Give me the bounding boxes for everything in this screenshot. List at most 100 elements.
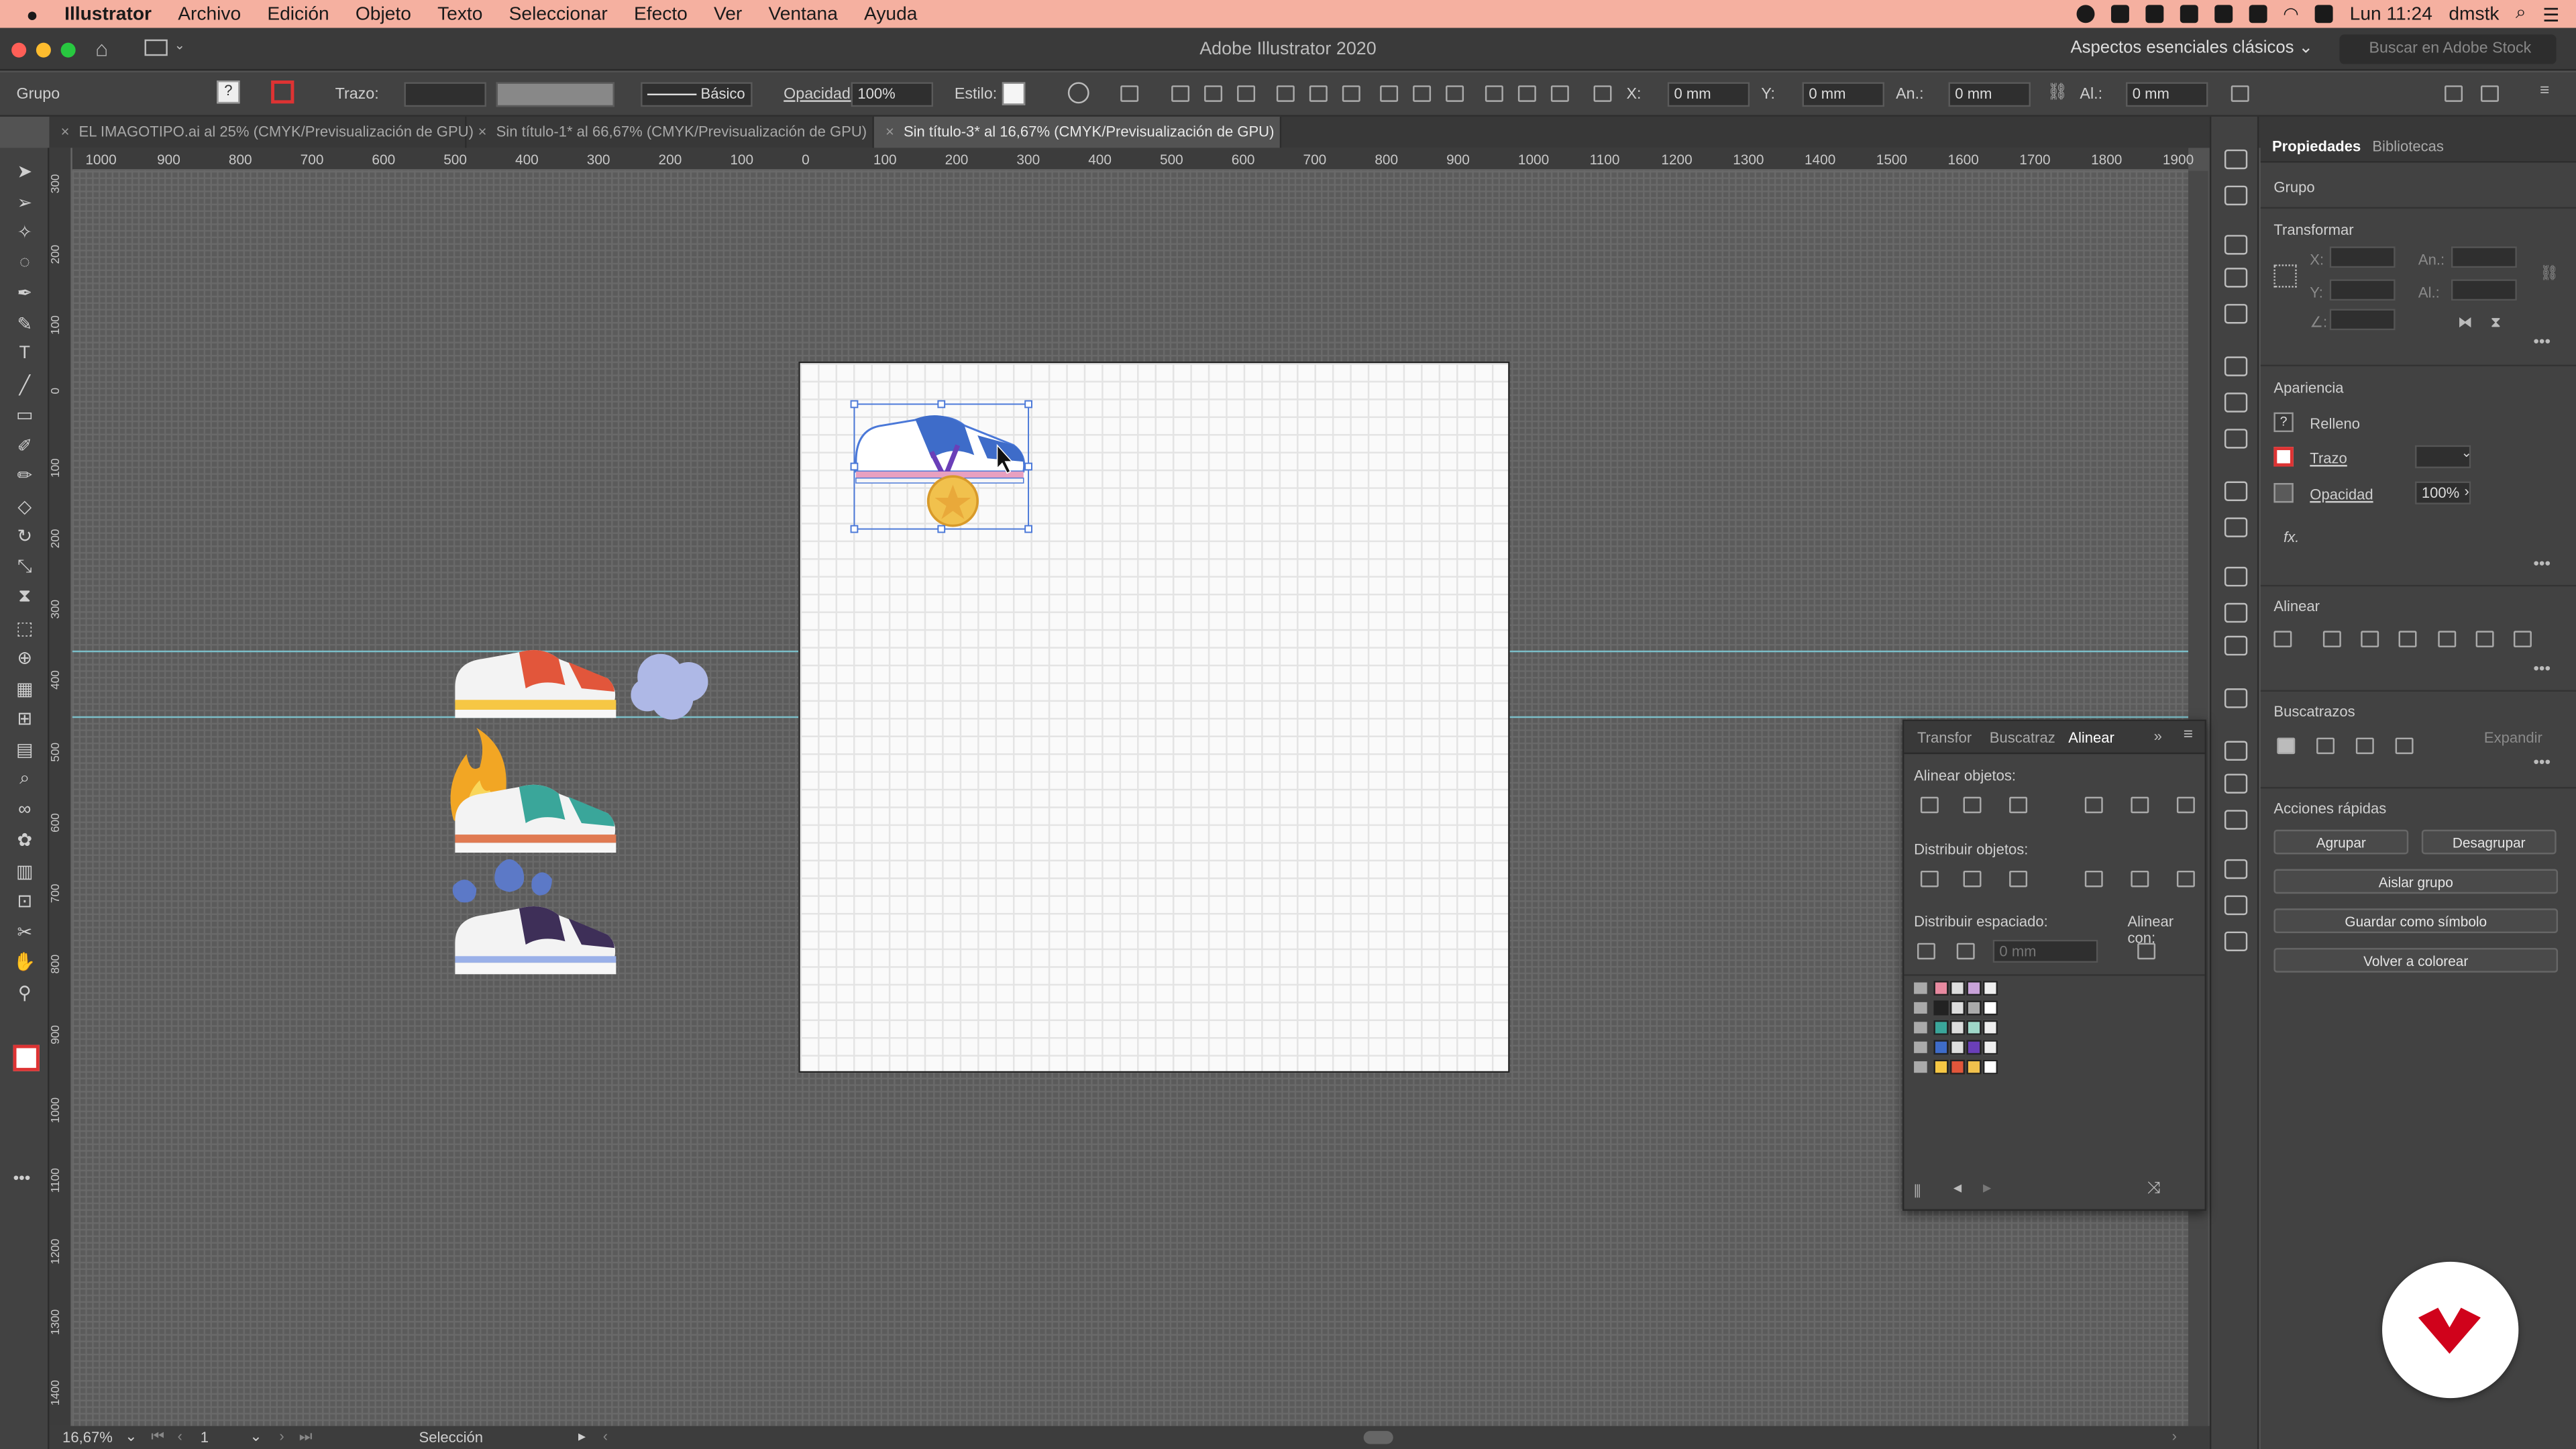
constrain-proportions-icon[interactable]: ⛓ (2047, 84, 2068, 102)
user-name[interactable]: dmstk (2449, 4, 2499, 23)
shape-builder-tool-icon[interactable]: ⊕ (13, 647, 36, 668)
opacity-label[interactable]: Opacidad (2310, 486, 2373, 502)
isolate-icon[interactable] (2445, 85, 2463, 102)
isolate-group-button[interactable]: Aislar grupo (2273, 869, 2559, 894)
menu-ayuda[interactable]: Ayuda (851, 4, 930, 23)
menu-seleccionar[interactable]: Seleccionar (496, 4, 621, 23)
paragraph-icon[interactable] (2224, 859, 2248, 879)
airplay-icon[interactable] (2214, 5, 2233, 23)
fill-stroke-swatch[interactable] (13, 1044, 40, 1071)
scale-tool-icon[interactable]: ⤡ (13, 556, 36, 578)
color-swatch[interactable] (1949, 1000, 1966, 1016)
color-swatch[interactable] (1966, 1020, 1982, 1035)
fill-swatch[interactable]: ? (217, 80, 240, 104)
gradient-icon[interactable] (2224, 392, 2248, 413)
stroke-label[interactable]: Trazo (2310, 450, 2347, 466)
search-icon[interactable]: ⌕ (2516, 3, 2526, 25)
artboards-icon[interactable] (2224, 635, 2248, 656)
distribute-bottom-icon[interactable] (1446, 85, 1464, 102)
stock-search-input[interactable]: Buscar en Adobe Stock (2339, 34, 2557, 64)
tab-bibliotecas[interactable]: Bibliotecas (2372, 138, 2444, 154)
width-input[interactable]: 0 mm (1948, 82, 2031, 107)
line-tool-icon[interactable]: ╱ (13, 374, 36, 395)
flip-horizontal-icon[interactable]: ⧓ (2458, 314, 2473, 332)
color-swatch[interactable] (1982, 1040, 1998, 1055)
direct-selection-tool-icon[interactable]: ➢ (13, 191, 36, 213)
status-icon[interactable] (2145, 5, 2163, 23)
opacity-label[interactable]: Opacidad: (784, 85, 855, 103)
brush-dropdown[interactable]: Básico (641, 82, 753, 107)
folder-icon[interactable] (1914, 1041, 1927, 1053)
color-swatch[interactable] (1933, 1020, 1949, 1035)
distribute-hcenter-icon[interactable] (1517, 85, 1536, 102)
artboard-number[interactable]: 1 (201, 1430, 209, 1446)
sneaker-red[interactable] (455, 649, 616, 718)
align-top-icon[interactable] (1276, 85, 1295, 102)
volume-icon[interactable] (2248, 5, 2267, 23)
align-right-icon[interactable] (2398, 631, 2417, 647)
align-to-icon[interactable] (2273, 631, 2292, 647)
fill-swatch[interactable]: ? (2273, 412, 2294, 433)
free-transform-tool-icon[interactable]: ⬚ (13, 617, 36, 638)
distribute-vspace-icon[interactable] (1917, 943, 1935, 960)
color-swatch[interactable] (1966, 981, 1982, 996)
fx-button[interactable]: fx. (2284, 529, 2299, 545)
apple-icon[interactable]: ● (0, 3, 52, 25)
distribute-left-icon[interactable] (2084, 870, 2103, 888)
align-top-icon[interactable] (2084, 796, 2103, 814)
align-hcenter-icon[interactable] (1204, 85, 1223, 102)
symbol-sprayer-tool-icon[interactable]: ✿ (13, 830, 36, 851)
zoom-tool-icon[interactable]: ⚲ (13, 981, 36, 1003)
rotate-tool-icon[interactable]: ↻ (13, 526, 36, 547)
opacity-input[interactable]: 100% (851, 82, 934, 107)
transform-w-input[interactable] (2451, 246, 2517, 268)
selection-tool-icon[interactable]: ➤ (13, 161, 36, 182)
distribute-vcenter-icon[interactable] (1963, 870, 1982, 888)
symbols-icon[interactable] (2224, 304, 2248, 324)
close-icon[interactable]: × (61, 123, 70, 140)
color-swatch[interactable] (1933, 1059, 1949, 1075)
align-vcenter-icon[interactable] (2475, 631, 2494, 647)
folder-icon[interactable] (1914, 1022, 1927, 1034)
stroke-icon[interactable] (2224, 356, 2248, 376)
pen-tool-icon[interactable]: ✒ (13, 282, 36, 304)
distribute-hcenter-icon[interactable] (2131, 870, 2149, 888)
clock[interactable]: Lun 11:24 (2350, 4, 2432, 23)
artboard-tool-icon[interactable]: ⊡ (13, 890, 36, 912)
opacity-input[interactable]: 100% (2415, 481, 2471, 504)
spacing-input[interactable]: 0 mm (1992, 939, 2098, 963)
floating-panel-header[interactable]: Transfor Buscatraz Alinear » ≡ (1904, 721, 2205, 755)
transform-options-icon[interactable] (2231, 85, 2249, 102)
next-library-icon[interactable]: ▸ (1983, 1179, 1991, 1197)
menu-objeto[interactable]: Objeto (342, 4, 424, 23)
opacity-icon[interactable] (2273, 483, 2294, 503)
vertical-ruler[interactable]: 300 200 100 0 100 200 300 400 500 600 700 800 900 100… (49, 148, 72, 1426)
recolor-button[interactable]: Volver a colorear (2273, 948, 2559, 973)
align-vcenter-icon[interactable] (1309, 85, 1328, 102)
status-icon[interactable] (2110, 5, 2129, 23)
color-swatch[interactable] (1982, 1059, 1998, 1075)
align-bottom-icon[interactable] (1342, 85, 1360, 102)
color-swatch[interactable] (1982, 1000, 1998, 1016)
first-artboard-icon[interactable]: ⏮ (151, 1428, 164, 1446)
scroll-right-icon[interactable]: › (2172, 1428, 2177, 1444)
eraser-tool-icon[interactable]: ◇ (13, 495, 36, 517)
color-swatch[interactable] (1966, 1040, 1982, 1055)
selected-logo-group[interactable] (849, 396, 1046, 543)
align-hcenter-icon[interactable] (1963, 796, 1982, 814)
pathfinder-unite-icon[interactable] (2277, 737, 2296, 755)
color-swatch[interactable] (1949, 1020, 1966, 1035)
align-right-icon[interactable] (1237, 85, 1256, 102)
stroke-weight-input[interactable] (404, 82, 486, 107)
type-tool-icon[interactable]: T (13, 343, 36, 363)
panel-menu-icon[interactable]: ≡ (2540, 82, 2549, 100)
menu-ver[interactable]: Ver (700, 4, 755, 23)
reference-point-icon[interactable] (2273, 264, 2297, 288)
transform-angle-input[interactable] (2329, 309, 2396, 331)
sneaker-green[interactable] (455, 784, 616, 853)
hand-tool-icon[interactable]: ✋ (13, 951, 36, 972)
distribute-left-icon[interactable] (1485, 85, 1503, 102)
sneaker-artwork-group[interactable] (450, 639, 729, 993)
folder-icon[interactable] (1914, 1061, 1927, 1073)
height-input[interactable]: 0 mm (2126, 82, 2208, 107)
